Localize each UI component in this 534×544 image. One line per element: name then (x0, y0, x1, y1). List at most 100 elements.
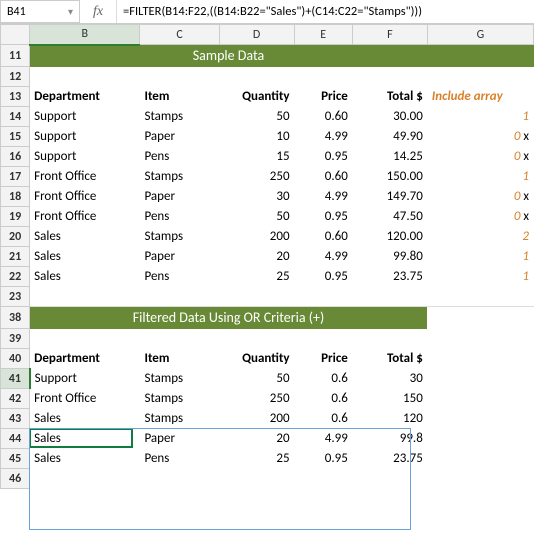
cell[interactable]: 50 (219, 107, 294, 127)
cell[interactable]: 0.95 (294, 207, 352, 227)
t2-hdr-qty[interactable]: Quantity (219, 349, 294, 369)
cell[interactable]: Stamps (140, 107, 219, 127)
cell[interactable]: 0.6 (294, 389, 352, 409)
cell[interactable] (427, 307, 533, 329)
cell[interactable]: Sales (30, 267, 140, 287)
cell[interactable] (140, 287, 219, 307)
cell[interactable]: Front Office (30, 207, 140, 227)
row-header[interactable]: 21 (1, 247, 30, 267)
cell[interactable]: 0 x (427, 187, 533, 207)
cell[interactable]: 0.6 (294, 369, 352, 389)
t1-hdr-total[interactable]: Total $ (352, 87, 427, 107)
cell[interactable] (427, 287, 533, 307)
cell[interactable]: 250 (219, 167, 294, 187)
row-header[interactable]: 15 (1, 127, 30, 147)
cell[interactable] (294, 287, 352, 307)
cell[interactable]: 250 (219, 389, 294, 409)
cell[interactable]: 0.95 (294, 267, 352, 287)
cell[interactable]: 99.8 (352, 429, 427, 449)
cell[interactable]: Paper (140, 429, 219, 449)
cell[interactable]: Stamps (140, 369, 219, 389)
row-header[interactable]: 13 (1, 87, 30, 107)
cell[interactable]: 200 (219, 227, 294, 247)
cell[interactable] (427, 429, 533, 449)
cell[interactable]: Front Office (30, 167, 140, 187)
cell[interactable] (140, 469, 219, 489)
cell[interactable]: 120 (352, 409, 427, 429)
col-header-E[interactable]: E (294, 25, 352, 45)
col-header-D[interactable]: D (219, 25, 294, 45)
row-header[interactable]: 18 (1, 187, 30, 207)
cell[interactable]: 25 (219, 267, 294, 287)
row-header[interactable]: 23 (1, 287, 30, 307)
cell[interactable]: 200 (219, 409, 294, 429)
t1-hdr-dept[interactable]: Department (30, 87, 140, 107)
row-header[interactable]: 42 (1, 389, 30, 409)
fx-icon[interactable]: fx (93, 4, 103, 20)
cell[interactable]: 99.80 (352, 247, 427, 267)
cell[interactable]: Pens (140, 267, 219, 287)
cell[interactable]: Sales (30, 449, 140, 469)
cell[interactable]: 4.99 (294, 247, 352, 267)
cell[interactable]: 30 (352, 369, 427, 389)
spreadsheet-grid[interactable]: B C D E F G 11 Sample Data 12 13 Departm… (0, 24, 534, 489)
row-header[interactable]: 12 (1, 67, 30, 87)
cell[interactable] (219, 329, 294, 349)
t1-hdr-incl[interactable]: Include array (427, 87, 533, 107)
t1-hdr-price[interactable]: Price (294, 87, 352, 107)
formula-input[interactable]: =FILTER(B14:F22,((B14:B22="Sales")+(C14:… (116, 0, 534, 23)
cell-active[interactable]: Support (30, 369, 140, 389)
row-header[interactable]: 38 (1, 307, 30, 329)
cell[interactable]: Front Office (30, 187, 140, 207)
cell[interactable]: Stamps (140, 167, 219, 187)
col-header-G[interactable]: G (427, 25, 533, 45)
cell[interactable] (294, 329, 352, 349)
col-header-F[interactable]: F (352, 25, 427, 45)
t1-hdr-qty[interactable]: Quantity (219, 87, 294, 107)
cell[interactable] (140, 329, 219, 349)
row-header[interactable]: 43 (1, 409, 30, 429)
cell[interactable] (30, 469, 140, 489)
cell[interactable]: 20 (219, 429, 294, 449)
cell[interactable]: 23.75 (352, 449, 427, 469)
cell[interactable]: Paper (140, 187, 219, 207)
t2-hdr-total[interactable]: Total $ (352, 349, 427, 369)
cell[interactable]: 30.00 (352, 107, 427, 127)
cell[interactable] (352, 469, 427, 489)
cell[interactable]: 30 (219, 187, 294, 207)
cell[interactable]: 1 (427, 167, 533, 187)
col-header-C[interactable]: C (140, 25, 219, 45)
cell[interactable]: 1 (427, 267, 533, 287)
name-box[interactable]: B41 ▾ (0, 0, 80, 23)
cell[interactable] (427, 409, 533, 429)
t2-hdr-price[interactable]: Price (294, 349, 352, 369)
cell[interactable]: 0.95 (294, 449, 352, 469)
cell[interactable]: Support (30, 147, 140, 167)
row-header[interactable]: 20 (1, 227, 30, 247)
cell[interactable] (219, 287, 294, 307)
cell[interactable]: 1 (427, 247, 533, 267)
cell[interactable]: 1 (427, 107, 533, 127)
cell[interactable]: 0.95 (294, 147, 352, 167)
select-all-corner[interactable] (1, 25, 30, 45)
t1-hdr-item[interactable]: Item (140, 87, 219, 107)
cell[interactable]: 0 x (427, 147, 533, 167)
cell[interactable] (427, 329, 533, 349)
cell[interactable]: 47.50 (352, 207, 427, 227)
cell[interactable]: Sales (30, 247, 140, 267)
cell[interactable]: 25 (219, 449, 294, 469)
cell[interactable]: 20 (219, 247, 294, 267)
cell[interactable]: 10 (219, 127, 294, 147)
row-header[interactable]: 41 (1, 369, 30, 389)
cell[interactable]: 4.99 (294, 429, 352, 449)
cell[interactable]: 0.6 (294, 409, 352, 429)
cell[interactable] (427, 389, 533, 409)
cell[interactable] (427, 349, 533, 369)
cell[interactable] (30, 67, 140, 87)
cell[interactable]: 50 (219, 207, 294, 227)
cell[interactable] (352, 67, 427, 87)
cell[interactable] (294, 67, 352, 87)
cell[interactable]: 0.60 (294, 107, 352, 127)
cell[interactable] (427, 369, 533, 389)
cell[interactable]: Pens (140, 449, 219, 469)
